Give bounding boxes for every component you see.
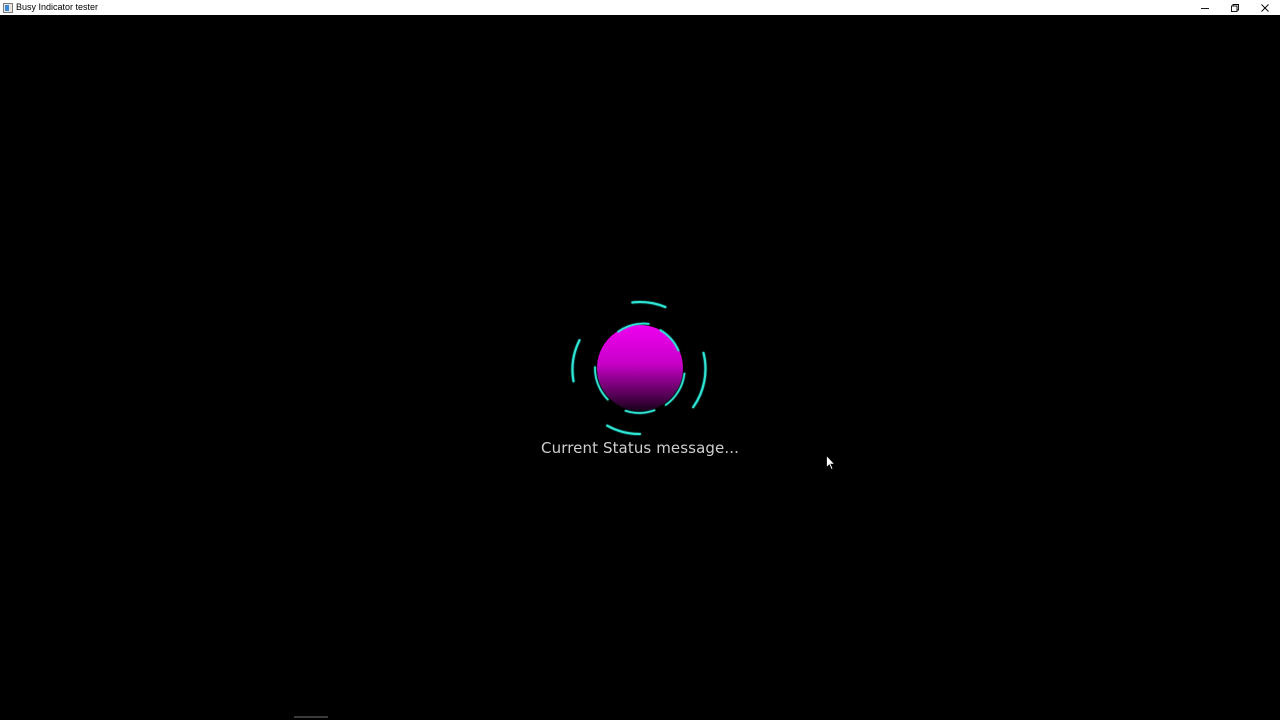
mouse-cursor-icon [826,455,836,471]
window-title: Busy Indicator tester [16,2,99,12]
app-window: Busy Indicator tester Current Status mes… [0,0,1280,720]
restore-icon [1231,3,1239,12]
busy-indicator [571,301,707,436]
minimize-icon [1201,7,1209,9]
title-bar[interactable]: Busy Indicator tester [0,0,1280,15]
close-button[interactable] [1250,0,1280,15]
content-area: Current Status message... [0,15,1280,720]
app-icon[interactable] [3,2,13,13]
caption-buttons [1190,0,1280,15]
status-message: Current Status message... [541,439,739,457]
close-icon [1261,3,1269,12]
restore-button[interactable] [1220,0,1250,15]
bottom-edge-marker [294,716,328,718]
minimize-button[interactable] [1190,0,1220,15]
